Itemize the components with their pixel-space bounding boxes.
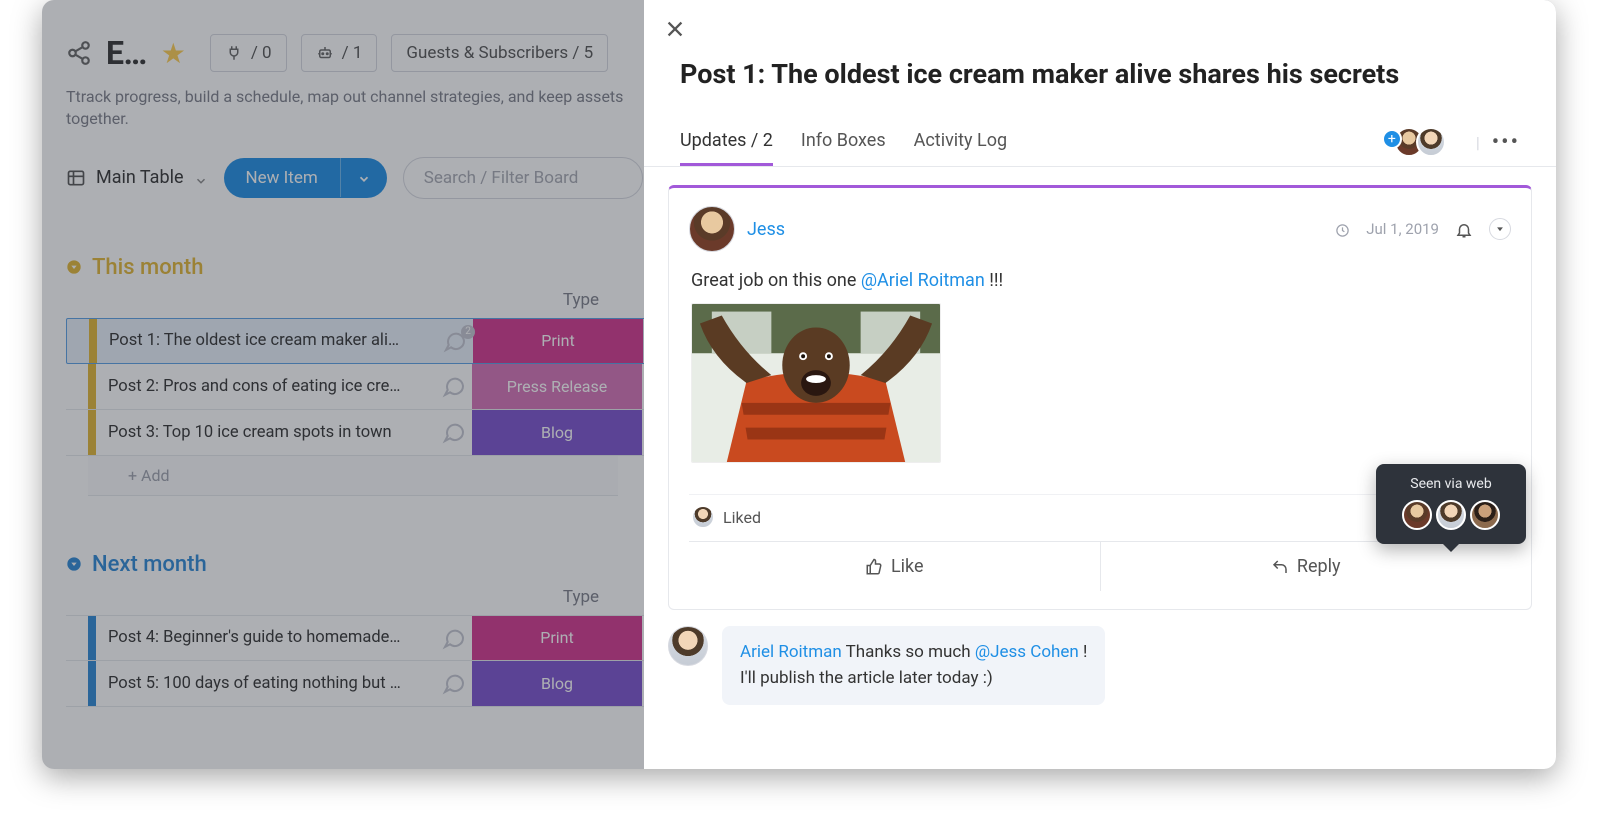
body-text: !!! (985, 270, 1003, 291)
tooltip-label: Seen via web (1392, 476, 1510, 492)
author-name[interactable]: Jess (747, 219, 785, 240)
post-date: Jul 1, 2019 (1366, 220, 1439, 238)
reply-avatar[interactable] (668, 626, 708, 666)
tab-activity-log[interactable]: Activity Log (914, 118, 1007, 166)
panel-title: Post 1: The oldest ice cream maker alive… (644, 0, 1556, 90)
item-panel: Post 1: The oldest ice cream maker alive… (644, 0, 1556, 769)
seen-tooltip: Seen via web (1376, 464, 1526, 544)
action-label: Like (891, 556, 924, 577)
author-avatar[interactable] (689, 206, 735, 252)
mention[interactable]: @Jess Cohen (975, 642, 1079, 662)
card-header: Jess Jul 1, 2019 (689, 206, 1511, 252)
tabs: Updates / 2 Info Boxes Activity Log (680, 118, 1007, 166)
reply-author[interactable]: Ariel Roitman (740, 642, 842, 662)
member-avatars[interactable]: + (1394, 127, 1446, 157)
action-row: Like Reply (689, 541, 1511, 591)
bell-icon[interactable] (1455, 219, 1473, 238)
reply-icon (1271, 558, 1289, 576)
reply-bubble: Ariel Roitman Thanks so much @Jess Cohen… (722, 626, 1105, 705)
tabs-row: Updates / 2 Info Boxes Activity Log + | … (644, 118, 1556, 167)
card-menu-icon[interactable] (1489, 218, 1511, 240)
add-member-icon[interactable]: + (1382, 129, 1402, 149)
clock-icon (1335, 220, 1350, 238)
tab-updates[interactable]: Updates / 2 (680, 118, 773, 166)
update-card: Jess Jul 1, 2019 Great job on this one @… (668, 185, 1532, 610)
avatar (1416, 127, 1446, 157)
tab-info-boxes[interactable]: Info Boxes (801, 118, 886, 166)
attached-gif[interactable] (691, 303, 941, 463)
reply-text: Thanks so much (842, 642, 975, 662)
liked-label: Liked (723, 508, 761, 527)
avatar (1436, 500, 1466, 530)
card-meta: Jul 1, 2019 (1335, 218, 1511, 240)
app-frame: E… ★ / 0 / 1 Guests & Subscribers / 5 Tt… (42, 0, 1556, 769)
reply-text: I'll publish the article later today :) (740, 668, 993, 688)
mention[interactable]: @Ariel Roitman (861, 270, 985, 291)
avatar (1470, 500, 1500, 530)
close-icon[interactable] (664, 18, 686, 40)
avatar (1402, 500, 1432, 530)
avatar (691, 505, 715, 529)
liked-indicator: Liked (691, 505, 761, 529)
update-body: Great job on this one @Ariel Roitman !!! (689, 252, 1511, 480)
more-menu-icon[interactable]: ••• (1492, 130, 1520, 155)
like-button[interactable]: Like (689, 542, 1100, 591)
reply-text: ! (1079, 642, 1088, 662)
body-text: Great job on this one (691, 270, 861, 291)
thumb-up-icon (865, 558, 883, 576)
comment-reply: Ariel Roitman Thanks so much @Jess Cohen… (668, 626, 1532, 713)
action-label: Reply (1297, 556, 1341, 577)
